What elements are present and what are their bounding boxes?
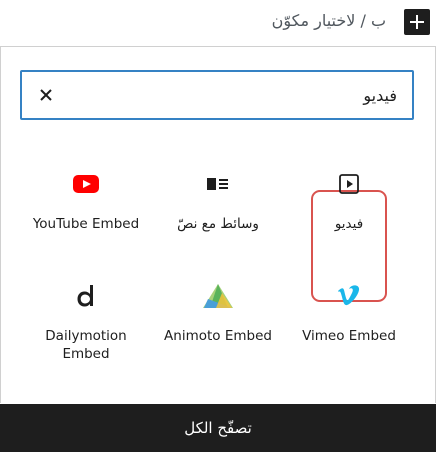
- block-vimeo-embed-label: Vimeo Embed: [302, 328, 396, 344]
- dailymotion-icon: [77, 285, 93, 307]
- add-block-button[interactable]: [404, 9, 430, 35]
- block-youtube-embed[interactable]: YouTube Embed: [31, 167, 141, 247]
- block-animoto-embed-label: Animoto Embed: [164, 328, 272, 344]
- youtube-icon: [73, 175, 99, 193]
- block-video-label: فيديو: [334, 216, 364, 232]
- block-animoto-embed[interactable]: Animoto Embed: [163, 279, 273, 369]
- block-search: [20, 70, 414, 120]
- plus-icon: [410, 15, 424, 29]
- search-input[interactable]: [72, 72, 397, 118]
- block-vimeo-embed[interactable]: Vimeo Embed: [294, 279, 404, 369]
- media-text-icon: [207, 178, 228, 190]
- video-icon: [339, 174, 359, 194]
- block-youtube-embed-label: YouTube Embed: [32, 216, 140, 232]
- browse-all-label: تصفّح الكل: [184, 419, 252, 437]
- inserter-hint-bar: ب / لاختيار مكوّن: [0, 0, 436, 46]
- block-dailymotion-embed-label: Dailymotion Embed: [45, 328, 127, 362]
- block-dailymotion-embed[interactable]: Dailymotion Embed: [31, 279, 141, 379]
- inserter-hint-text: ب / لاختيار مكوّن: [271, 11, 386, 30]
- close-icon[interactable]: [38, 87, 54, 103]
- animoto-icon: [203, 284, 233, 308]
- block-media-text[interactable]: وسائط مع نصّ: [163, 167, 273, 247]
- block-inserter-panel: فيديو وسائط مع نصّ YouTube Embed: [0, 46, 436, 403]
- browse-all-button[interactable]: تصفّح الكل: [0, 404, 436, 452]
- block-video[interactable]: فيديو: [294, 167, 404, 247]
- vimeo-icon: [338, 285, 360, 306]
- block-media-text-label: وسائط مع نصّ: [177, 216, 259, 232]
